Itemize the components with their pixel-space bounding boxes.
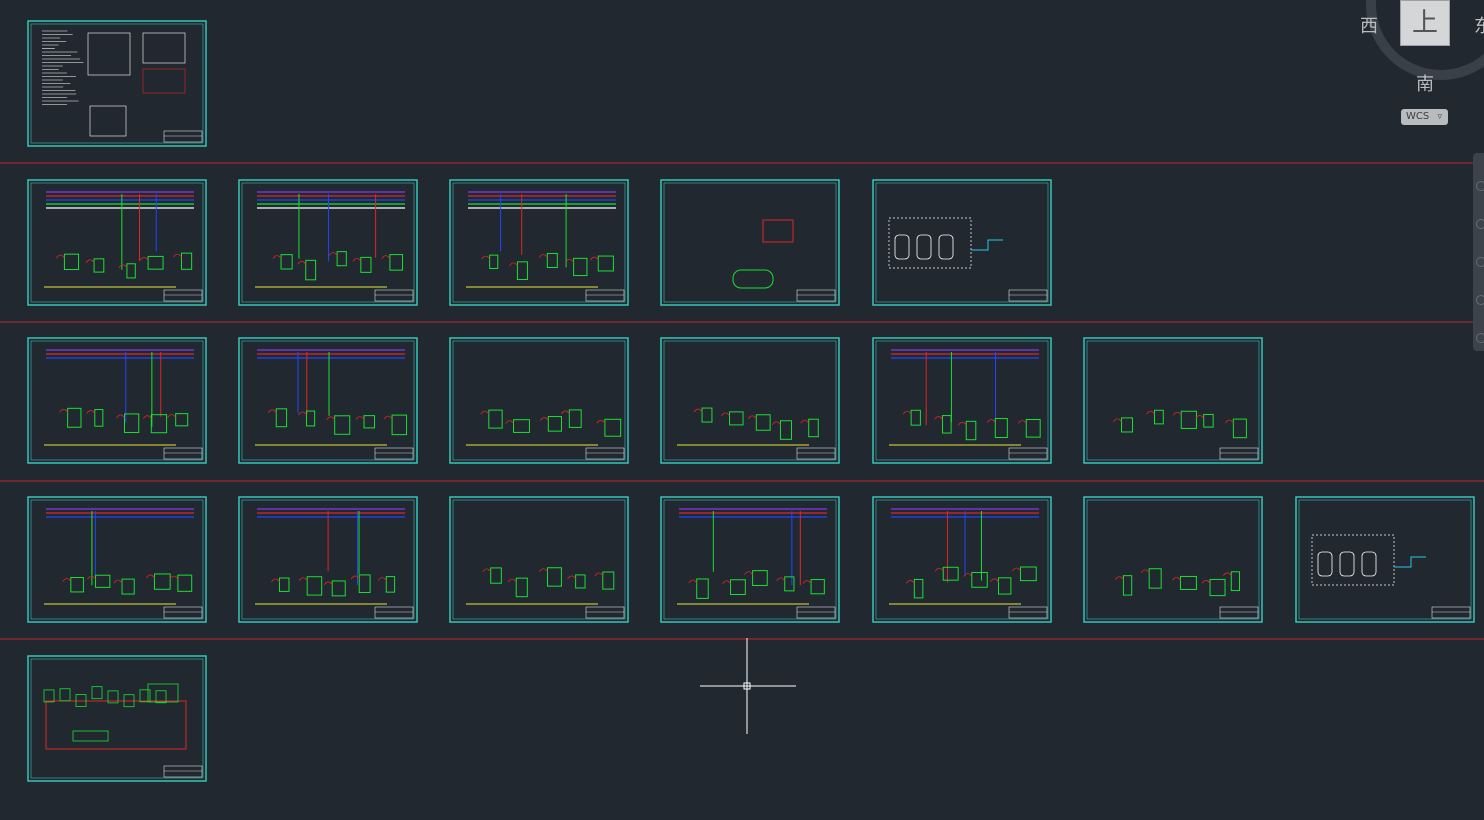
zoom-extents-icon[interactable] xyxy=(1476,257,1484,267)
drawing-sheet-piping-4[interactable] xyxy=(660,337,840,464)
navigation-bar[interactable] xyxy=(1473,153,1484,351)
drawing-sheet-process-b[interactable] xyxy=(238,179,418,306)
wcs-label: WCS xyxy=(1406,111,1430,122)
drawing-sheet-vessel[interactable] xyxy=(660,179,840,306)
compass-west-label[interactable]: 西 xyxy=(1360,12,1378,38)
showmotion-icon[interactable] xyxy=(1476,333,1484,343)
drawing-sheet-cover[interactable] xyxy=(27,20,207,147)
viewcube-top-face[interactable]: 上 xyxy=(1400,0,1450,46)
compass-south-label[interactable]: 南 xyxy=(1416,70,1434,96)
drawing-sheet-piping-9[interactable] xyxy=(449,496,629,623)
full-navigation-wheel-icon[interactable] xyxy=(1476,181,1484,191)
drawing-sheet-piping-2[interactable] xyxy=(238,337,418,464)
drawing-sheet-piping-10[interactable] xyxy=(660,496,840,623)
pan-icon[interactable] xyxy=(1476,219,1484,229)
drawing-sheet-piping-8[interactable] xyxy=(238,496,418,623)
drawing-sheet-evaporator-2[interactable] xyxy=(1295,496,1475,623)
drawing-sheet-piping-6[interactable] xyxy=(1083,337,1263,464)
drawing-sheet-evaporator[interactable] xyxy=(872,179,1052,306)
drawing-sheet-piping-1[interactable] xyxy=(27,337,207,464)
drawing-sheet-process-a[interactable] xyxy=(27,179,207,306)
drawing-sheet-piping-11[interactable] xyxy=(872,496,1052,623)
drawing-sheet-piping-5[interactable] xyxy=(872,337,1052,464)
wcs-menu-button[interactable]: WCS ▿ xyxy=(1401,109,1448,125)
model-space-canvas[interactable] xyxy=(0,0,1484,820)
drawing-sheet-piping-12[interactable] xyxy=(1083,496,1263,623)
drawing-sheet-piping-7[interactable] xyxy=(27,496,207,623)
drawing-sheet-overview[interactable] xyxy=(27,655,207,782)
crosshair-cursor xyxy=(700,638,796,734)
drawing-sheet-process-c[interactable] xyxy=(449,179,629,306)
compass-east-label[interactable]: 东 xyxy=(1474,12,1484,38)
orbit-icon[interactable] xyxy=(1476,295,1484,305)
chevron-down-icon: ▿ xyxy=(1437,112,1442,122)
drawing-sheet-piping-3[interactable] xyxy=(449,337,629,464)
